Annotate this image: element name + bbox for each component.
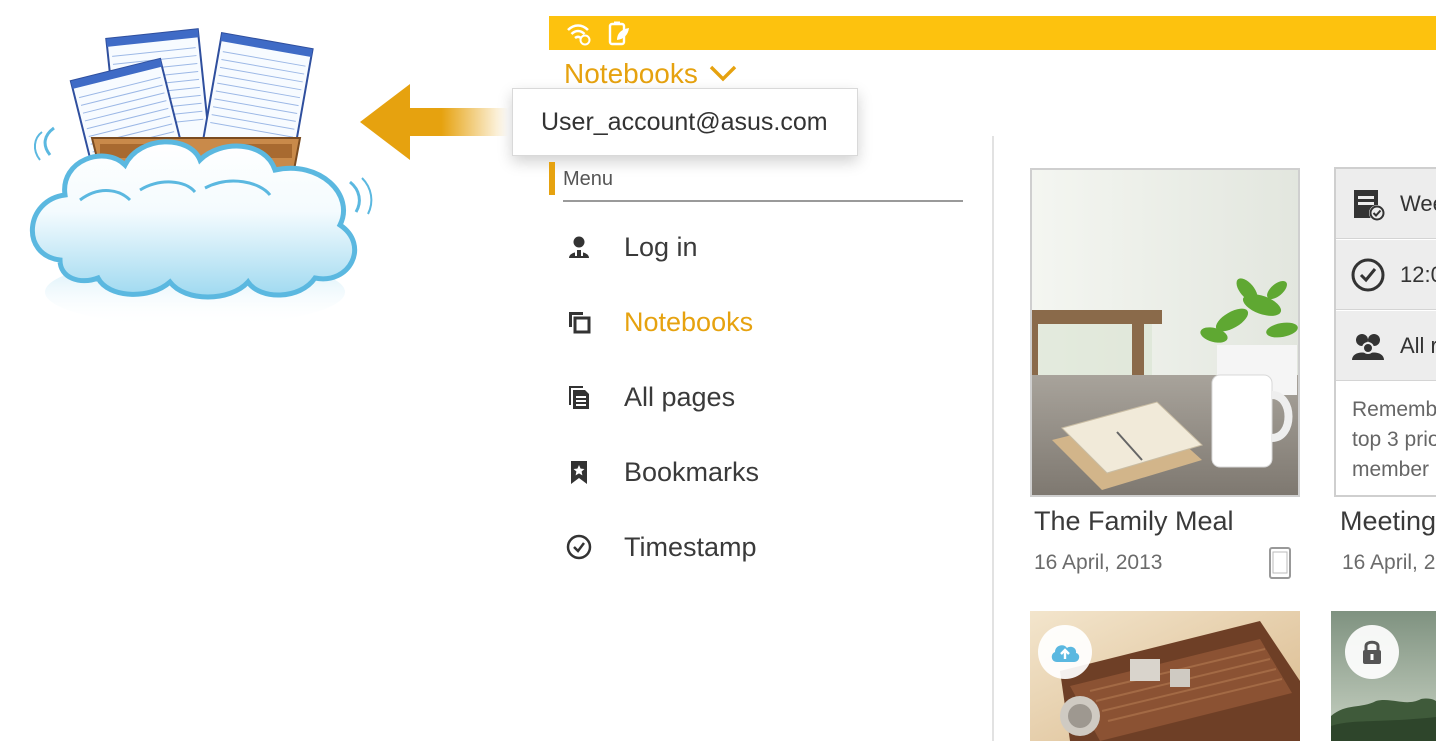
menu-item-all-pages[interactable]: All pages bbox=[566, 372, 946, 422]
card-title: The Family Meal bbox=[1034, 506, 1234, 536]
menu-accent-bar bbox=[549, 162, 555, 195]
meeting-note-line: Rememb bbox=[1352, 398, 1436, 421]
meeting-week-text: Wee bbox=[1400, 190, 1436, 216]
table-with-plant-image bbox=[1032, 170, 1298, 495]
wifi-icon bbox=[565, 20, 591, 46]
panel-divider bbox=[992, 136, 994, 741]
meeting-row-time: 12:0 bbox=[1336, 240, 1436, 310]
device-icon bbox=[1268, 546, 1292, 580]
account-email: User_account@asus.com bbox=[541, 107, 828, 136]
menu-item-label: Timestamp bbox=[624, 531, 757, 562]
battery-saver-icon bbox=[605, 20, 631, 46]
meeting-row-members: All r bbox=[1336, 311, 1436, 381]
menu-item-label: All pages bbox=[624, 381, 736, 412]
menu-item-notebooks[interactable]: Notebooks bbox=[566, 297, 946, 347]
meeting-note-line: member bbox=[1352, 458, 1430, 481]
left-arrow-icon bbox=[358, 82, 508, 162]
notebook-cover-camera[interactable] bbox=[1030, 611, 1300, 741]
menu-item-bookmarks[interactable]: Bookmarks bbox=[566, 447, 946, 497]
menu-divider bbox=[563, 200, 963, 202]
bookmark-icon bbox=[566, 457, 604, 487]
cloud-upload-icon[interactable] bbox=[1038, 625, 1092, 679]
cloud-sync-illustration bbox=[20, 10, 380, 330]
header-title: Notebooks bbox=[564, 58, 698, 89]
calendar-check-icon bbox=[1354, 189, 1385, 221]
menu-heading: Menu bbox=[563, 168, 614, 190]
status-bar bbox=[549, 16, 1436, 50]
menu-item-label: Bookmarks bbox=[624, 456, 760, 487]
notebooks-icon bbox=[566, 307, 604, 337]
group-icon bbox=[1352, 333, 1384, 360]
pages-icon bbox=[566, 382, 604, 412]
clock-check-icon bbox=[566, 532, 604, 562]
account-popup[interactable]: User_account@asus.com bbox=[512, 88, 858, 156]
menu-item-label: Notebooks bbox=[624, 306, 754, 337]
lock-icon[interactable] bbox=[1345, 625, 1399, 679]
menu-header: Menu bbox=[549, 162, 963, 202]
meeting-members-text: All r bbox=[1400, 332, 1436, 358]
clock-check-icon bbox=[1351, 258, 1385, 291]
chevron-down-icon bbox=[708, 58, 738, 90]
notebook-cover-meeting[interactable]: Wee 12:0 All r Rememb top 3 prio member bbox=[1334, 167, 1436, 497]
meeting-note: Rememb top 3 prio member bbox=[1352, 395, 1436, 485]
meeting-note-line: top 3 prio bbox=[1352, 428, 1436, 451]
card-title: Meeting bbox=[1340, 506, 1436, 536]
meeting-time-text: 12:0 bbox=[1400, 261, 1436, 287]
card-date: 16 April, 2013 bbox=[1034, 551, 1163, 574]
menu-item-log-in[interactable]: Log in bbox=[566, 222, 946, 272]
notebooks-dropdown[interactable]: Notebooks bbox=[564, 56, 738, 92]
menu-item-timestamp[interactable]: Timestamp bbox=[566, 522, 946, 572]
menu-item-label: Log in bbox=[624, 231, 698, 262]
meeting-row-week: Wee bbox=[1336, 169, 1436, 239]
notebook-cover-landscape[interactable] bbox=[1331, 611, 1436, 741]
card-date: 16 April, 2 bbox=[1342, 551, 1436, 574]
person-icon bbox=[566, 232, 604, 262]
notebook-cover-family-meal[interactable] bbox=[1030, 168, 1300, 497]
